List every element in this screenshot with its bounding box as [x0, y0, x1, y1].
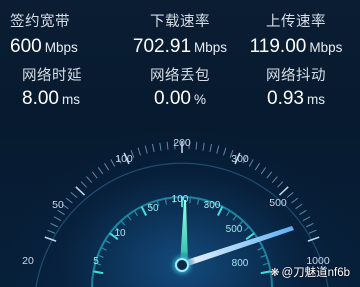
outer-minor-tick [110, 159, 116, 167]
outer-minor-tick [137, 147, 141, 156]
outer-minor-tick [308, 229, 317, 234]
outer-minor-tick [97, 167, 104, 175]
outer-minor-tick [166, 141, 169, 150]
inner-minor-tick [133, 210, 138, 217]
outer-minor-tick [254, 163, 260, 171]
outer-minor-tick [144, 145, 148, 154]
inner-minor-tick [232, 215, 238, 221]
outer-minor-tick [104, 163, 110, 171]
outer-tick-label: 500 [269, 197, 287, 209]
outer-dial-ticks [44, 141, 320, 242]
inner-minor-tick [164, 198, 168, 205]
inner-minor-tick [257, 247, 264, 251]
inner-minor-tick [262, 262, 269, 266]
outer-minor-tick [266, 171, 273, 179]
outer-minor-tick [286, 191, 294, 198]
outer-minor-tick [91, 171, 98, 179]
inner-minor-tick [120, 220, 126, 226]
watermark-text: @刀魅道nf6b [281, 267, 350, 279]
outer-minor-tick [195, 141, 198, 150]
outer-minor-tick [291, 197, 299, 204]
inner-major-tick [140, 206, 147, 216]
outer-tick-label: 200 [173, 137, 191, 149]
outer-minor-tick [47, 229, 56, 234]
inner-minor-tick [104, 239, 111, 244]
inner-tick-label: 500 [226, 224, 243, 235]
watermark: ❋ @刀魅道nf6b [270, 264, 350, 280]
inner-tick-label: 300 [204, 200, 221, 211]
inner-tick-label: 50 [147, 203, 159, 214]
outer-minor-tick [277, 181, 284, 188]
outer-minor-tick [302, 216, 311, 222]
outer-minor-tick [151, 143, 155, 152]
outer-minor-tick [70, 191, 78, 198]
outer-major-tick [75, 186, 86, 196]
outer-major-tick [307, 236, 320, 242]
outer-minor-tick [50, 222, 59, 228]
outer-tick-label: 100 [115, 153, 133, 165]
outer-minor-tick [299, 209, 307, 215]
outer-minor-tick [271, 176, 278, 183]
outer-minor-tick [159, 142, 162, 151]
outer-minor-tick [202, 142, 205, 151]
inner-major-tick [93, 270, 104, 275]
inner-minor-tick [100, 247, 107, 251]
outer-minor-tick [248, 159, 254, 167]
inner-minor-tick [244, 226, 250, 232]
inner-minor-tick [226, 210, 231, 217]
gauge-hub [168, 251, 196, 279]
inner-tick-label: 100 [172, 194, 189, 205]
outer-tick-label: 50 [52, 199, 64, 211]
inner-tick-label: 5 [93, 256, 99, 267]
outer-tick-label: 300 [231, 153, 249, 165]
inner-major-tick [245, 232, 255, 241]
inner-minor-tick [196, 198, 200, 205]
outer-major-tick [278, 186, 289, 196]
inner-minor-tick [126, 215, 132, 221]
outer-minor-tick [80, 181, 87, 188]
inner-minor-tick [189, 197, 191, 204]
outer-minor-tick [216, 145, 220, 154]
outer-minor-tick [260, 167, 267, 175]
outer-tick-label: 20 [22, 255, 34, 267]
inner-tick-label: 10 [114, 228, 126, 239]
inner-minor-tick [260, 254, 267, 258]
outer-minor-tick [65, 197, 73, 204]
speed-gauge: 20501002003005001000 51050100300500800 [22, 137, 330, 287]
inner-tick-label: 800 [232, 258, 249, 269]
outer-minor-tick [223, 147, 227, 156]
outer-minor-tick [53, 216, 62, 222]
outer-minor-tick [209, 143, 213, 152]
outer-minor-tick [305, 222, 314, 228]
outer-major-tick [44, 236, 57, 242]
outer-minor-tick [295, 203, 303, 210]
outer-minor-tick [86, 176, 93, 183]
sparkle-icon: ❋ [270, 267, 280, 279]
